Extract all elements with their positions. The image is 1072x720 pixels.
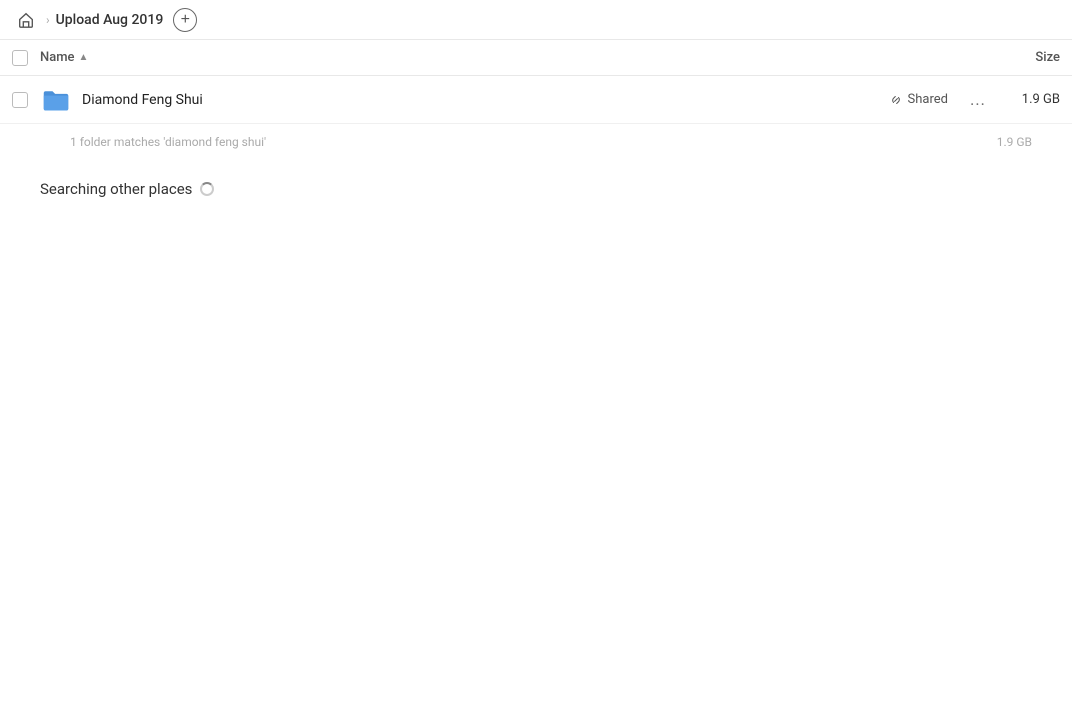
- breadcrumb-chevron: ›: [46, 13, 50, 27]
- sub-info-row: 1 folder matches 'diamond feng shui' 1.9…: [0, 124, 1072, 160]
- select-all-checkbox-col: [12, 50, 40, 66]
- size-column-header: Size: [980, 50, 1060, 65]
- searching-section: Searching other places: [0, 160, 1072, 218]
- breadcrumb-title: Upload Aug 2019: [56, 12, 164, 28]
- column-headers: Name ▲ Size: [0, 40, 1072, 76]
- folder-icon: [40, 84, 72, 116]
- file-size: 1.9 GB: [1000, 92, 1060, 107]
- file-row[interactable]: Diamond Feng Shui Shared ... 1.9 GB: [0, 76, 1072, 124]
- loading-spinner: [200, 182, 214, 196]
- more-options-button[interactable]: ...: [964, 86, 992, 114]
- breadcrumb-bar: › Upload Aug 2019 +: [0, 0, 1072, 40]
- file-name: Diamond Feng Shui: [82, 92, 889, 108]
- home-button[interactable]: [12, 6, 40, 34]
- searching-text: Searching other places: [40, 180, 192, 198]
- sort-arrow-icon: ▲: [79, 52, 89, 63]
- row-checkbox[interactable]: [12, 92, 40, 108]
- shared-label: Shared: [889, 92, 948, 107]
- sub-info-text: 1 folder matches 'diamond feng shui': [70, 135, 997, 149]
- link-icon: [889, 93, 903, 107]
- select-all-checkbox[interactable]: [12, 50, 28, 66]
- sub-info-size: 1.9 GB: [997, 135, 1032, 149]
- add-button[interactable]: +: [173, 8, 197, 32]
- home-icon: [17, 11, 35, 29]
- name-column-header[interactable]: Name ▲: [40, 50, 980, 65]
